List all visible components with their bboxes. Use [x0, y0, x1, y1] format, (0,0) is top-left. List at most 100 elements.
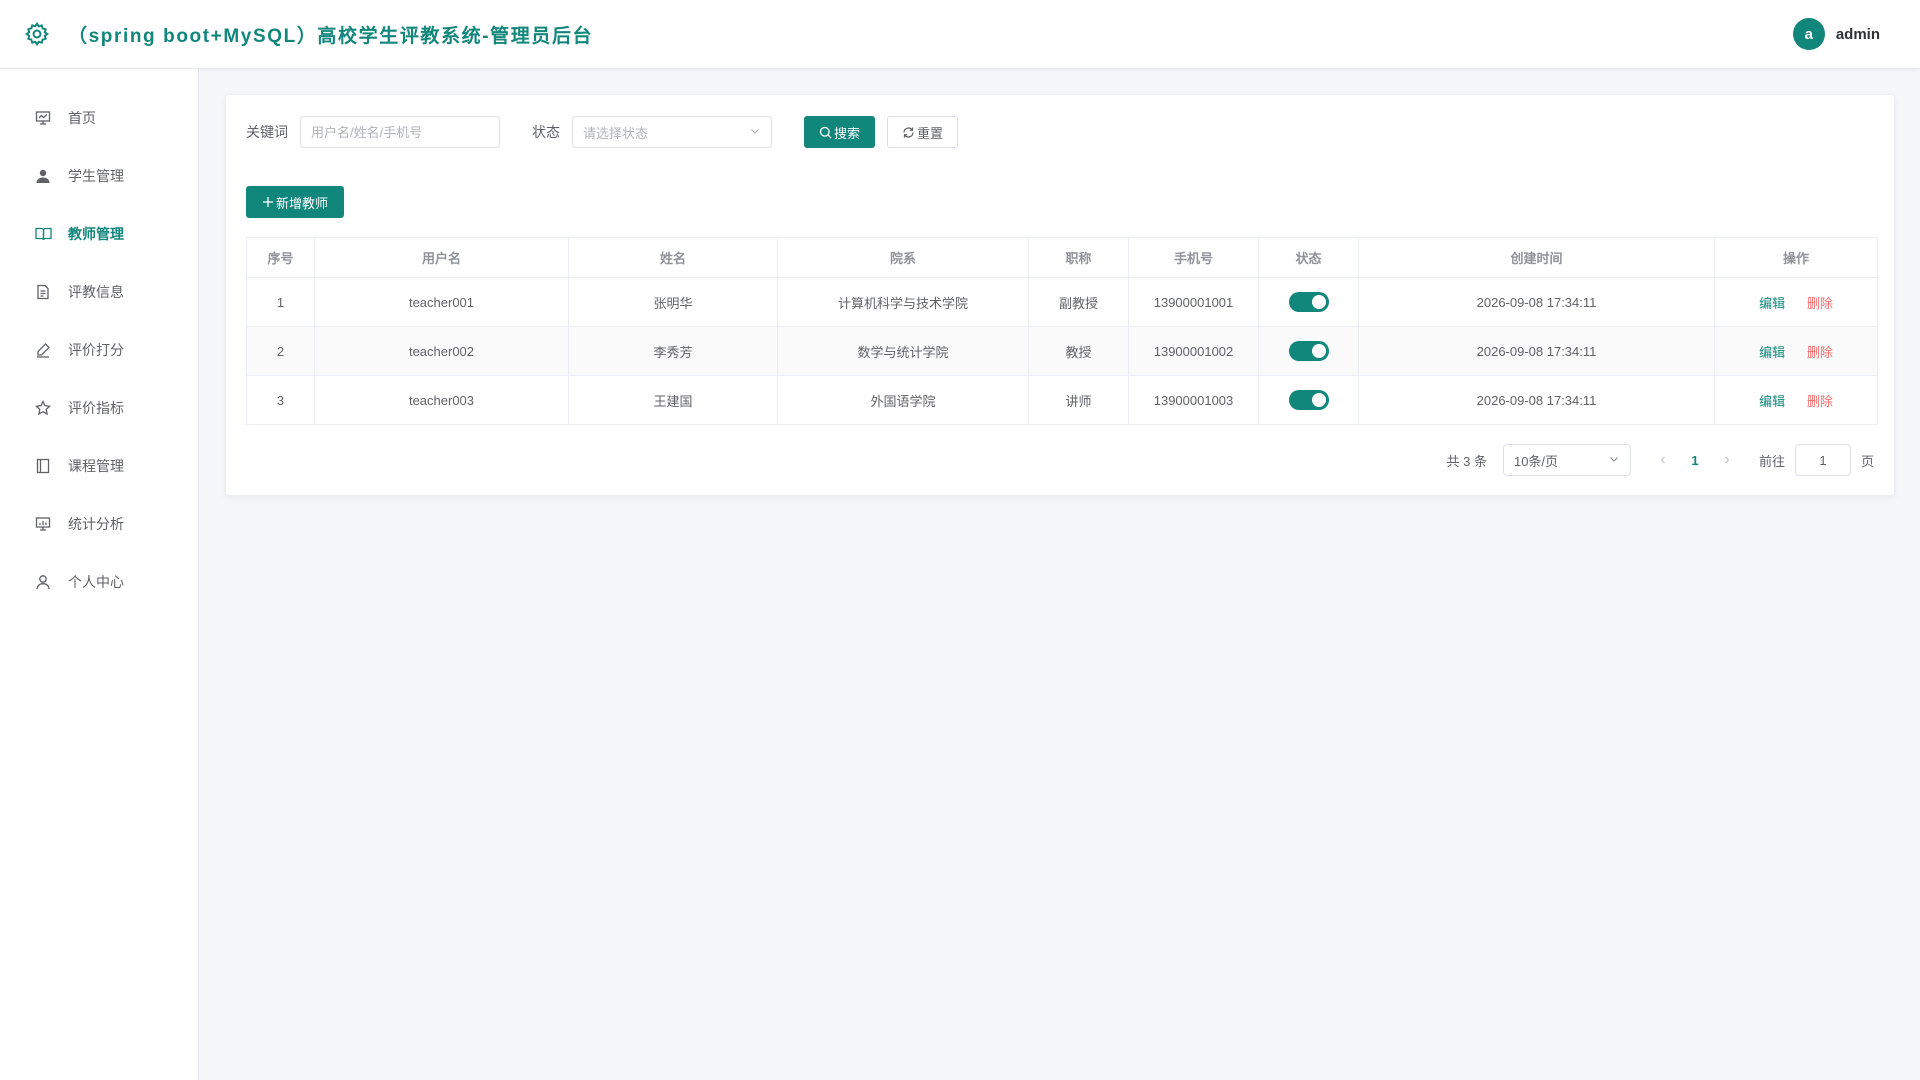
delete-button[interactable]: 删除: [1807, 394, 1833, 409]
status-toggle[interactable]: [1288, 292, 1329, 312]
sidebar-item-statistics[interactable]: 统计分析: [0, 495, 198, 553]
column-header-created: 创建时间: [1358, 237, 1715, 278]
add-teacher-label: 新增教师: [276, 195, 329, 211]
cell-phone: 13900001002: [1128, 326, 1259, 376]
column-header-phone: 手机号: [1128, 237, 1259, 278]
cell-index: 3: [246, 375, 315, 425]
sidebar-item-scoring[interactable]: 评价打分: [0, 321, 198, 379]
cell-status: [1258, 326, 1359, 376]
table-row: 3 teacher003 王建国 外国语学院 讲师 13900001003 20…: [246, 375, 1878, 425]
sidebar-item-label: 学生管理: [68, 168, 124, 184]
column-header-username: 用户名: [314, 237, 569, 278]
teacher-table: 序号 用户名 姓名 院系 职称 手机号 状态 创建时间 操作 1 teacher…: [246, 237, 1878, 425]
sidebar-item-label: 首页: [68, 110, 96, 126]
column-header-index: 序号: [246, 237, 315, 278]
table-row: 2 teacher002 李秀芳 数学与统计学院 教授 13900001002 …: [246, 326, 1878, 376]
sidebar-item-label: 评价打分: [68, 342, 124, 358]
search-icon: [819, 126, 832, 138]
plus-icon: [263, 197, 273, 207]
page-number[interactable]: 1: [1679, 444, 1711, 476]
reset-button[interactable]: 重置: [887, 116, 959, 148]
gear-icon: [24, 20, 52, 48]
cell-actions: 编辑 删除: [1714, 326, 1878, 376]
person-icon: [34, 573, 52, 591]
user-menu[interactable]: a admin: [1792, 18, 1880, 50]
table-header-row: 序号 用户名 姓名 院系 职称 手机号 状态 创建时间 操作: [246, 237, 1878, 278]
chart-board-icon: [34, 515, 52, 533]
page-size-value: 10条/页: [1513, 453, 1559, 469]
username[interactable]: admin: [1836, 26, 1880, 43]
sidebar-item-teachers[interactable]: 教师管理: [0, 205, 198, 263]
cell-name: 李秀芳: [568, 326, 778, 376]
app-title: （spring boot+MySQL）高校学生评教系统-管理员后台: [68, 25, 594, 47]
status-toggle[interactable]: [1288, 390, 1329, 410]
sidebar: 首页 学生管理 教师管理 评教信息 评价打分 评价指标 课程管理 统计分析 个人…: [0, 69, 199, 1080]
teacher-management-card: 关键词 状态 请选择状态 搜索 重置 新增教师: [225, 94, 1895, 496]
document-icon: [34, 283, 52, 301]
status-label: 状态: [532, 124, 560, 140]
cell-created: 2026-09-08 17:34:11: [1358, 326, 1715, 376]
cell-status: [1258, 277, 1359, 327]
sidebar-item-label: 统计分析: [68, 516, 124, 532]
cell-actions: 编辑 删除: [1714, 375, 1878, 425]
sidebar-item-label: 评教信息: [68, 284, 124, 300]
chevron-left-icon: [1660, 456, 1665, 464]
sidebar-item-courses[interactable]: 课程管理: [0, 437, 198, 495]
sidebar-item-profile[interactable]: 个人中心: [0, 553, 198, 611]
cell-index: 2: [246, 326, 315, 376]
avatar[interactable]: a: [1792, 18, 1825, 50]
edit-pen-icon: [34, 341, 52, 359]
sidebar-item-evaluation-info[interactable]: 评教信息: [0, 263, 198, 321]
cell-department: 数学与统计学院: [777, 326, 1029, 376]
dashboard-icon: [34, 109, 52, 127]
edit-button[interactable]: 编辑: [1759, 394, 1785, 409]
cell-phone: 13900001001: [1128, 277, 1259, 327]
pagination: 共 3 条 10条/页 1 前往 页: [1447, 444, 1874, 476]
page-jumper: 前往 页: [1759, 444, 1874, 476]
status-select[interactable]: 请选择状态: [572, 116, 772, 148]
cell-created: 2026-09-08 17:34:11: [1358, 375, 1715, 425]
notebook-icon: [34, 457, 52, 475]
sidebar-item-indicators[interactable]: 评价指标: [0, 379, 198, 437]
edit-button[interactable]: 编辑: [1759, 345, 1785, 360]
reset-button-label: 重置: [917, 125, 944, 141]
search-button-label: 搜索: [834, 125, 861, 141]
delete-button[interactable]: 删除: [1807, 345, 1833, 360]
delete-button[interactable]: 删除: [1807, 296, 1833, 311]
cell-username: teacher001: [314, 277, 569, 327]
cell-department: 外国语学院: [777, 375, 1029, 425]
star-icon: [34, 399, 52, 417]
keyword-input[interactable]: [300, 116, 500, 148]
column-header-status: 状态: [1258, 237, 1359, 278]
column-header-name: 姓名: [568, 237, 778, 278]
sidebar-item-home[interactable]: 首页: [0, 89, 198, 147]
sidebar-item-label: 个人中心: [68, 574, 124, 590]
cell-phone: 13900001003: [1128, 375, 1259, 425]
sidebar-item-students[interactable]: 学生管理: [0, 147, 198, 205]
keyword-label: 关键词: [246, 124, 288, 140]
column-header-actions: 操作: [1714, 237, 1878, 278]
chevron-right-icon: [1725, 456, 1730, 464]
cell-username: teacher002: [314, 326, 569, 376]
next-page-button[interactable]: [1711, 444, 1743, 476]
edit-button[interactable]: 编辑: [1759, 296, 1785, 311]
page-size-select[interactable]: 10条/页: [1502, 444, 1631, 476]
cell-department: 计算机科学与技术学院: [777, 277, 1029, 327]
page-suffix: 页: [1860, 453, 1874, 469]
cell-index: 1: [246, 277, 315, 327]
cell-created: 2026-09-08 17:34:11: [1358, 277, 1715, 327]
goto-page-input[interactable]: [1794, 444, 1851, 476]
column-header-title: 职称: [1028, 237, 1129, 278]
cell-title: 教授: [1028, 326, 1129, 376]
column-header-department: 院系: [777, 237, 1029, 278]
book-icon: [34, 225, 52, 243]
cell-title: 讲师: [1028, 375, 1129, 425]
prev-page-button[interactable]: [1647, 444, 1679, 476]
status-toggle[interactable]: [1288, 341, 1329, 361]
search-button[interactable]: 搜索: [804, 116, 876, 148]
filter-bar: 关键词 状态 请选择状态 搜索 重置: [246, 116, 959, 148]
status-select-placeholder: 请选择状态: [583, 125, 649, 141]
goto-label: 前往: [1758, 453, 1785, 469]
refresh-icon: [903, 126, 914, 138]
add-teacher-button[interactable]: 新增教师: [246, 186, 345, 218]
